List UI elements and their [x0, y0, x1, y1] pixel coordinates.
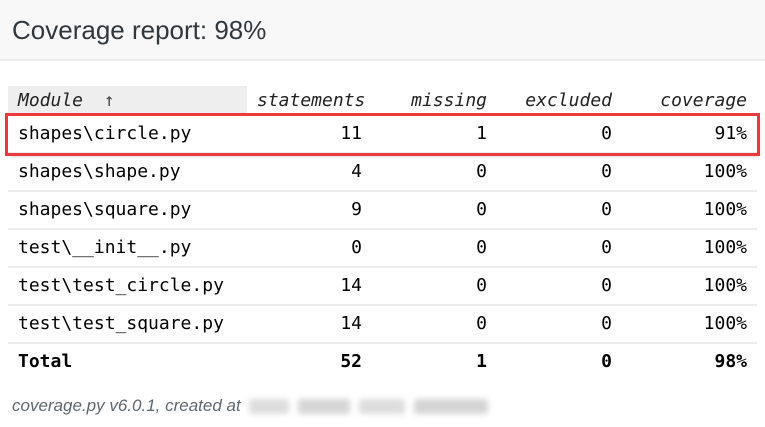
- coverage-cell: 100%: [622, 153, 757, 192]
- total-row: Total 52 1 0 98%: [8, 342, 757, 380]
- coverage-cell: 91%: [622, 116, 757, 154]
- excluded-cell: 0: [497, 116, 622, 154]
- column-header-module[interactable]: Module ↑: [8, 86, 247, 116]
- table-row: shapes\square.py 9 0 0 100%: [8, 191, 757, 230]
- missing-cell: 0: [372, 267, 497, 306]
- page-title: Coverage report: 98%: [12, 15, 267, 45]
- module-link[interactable]: test\test_circle.py: [8, 267, 247, 306]
- excluded-cell: 0: [497, 267, 622, 306]
- module-link[interactable]: shapes\shape.py: [8, 153, 247, 192]
- statements-cell: 11: [247, 116, 372, 154]
- table-row: test\test_square.py 14 0 0 100%: [8, 305, 757, 344]
- header-band: Coverage report: 98%: [0, 0, 765, 61]
- highlighted-row: shapes\circle.py 11 1 0 91%: [5, 113, 760, 156]
- module-link[interactable]: test\__init__.py: [8, 229, 247, 268]
- statements-cell: 9: [247, 191, 372, 230]
- table-row: test\__init__.py 0 0 0 100%: [8, 229, 757, 268]
- total-statements: 52: [247, 342, 372, 380]
- footer-text: coverage.py v6.0.1, created at: [12, 396, 241, 415]
- table-row: shapes\shape.py 4 0 0 100%: [8, 153, 757, 192]
- coverage-table: Module ↑ statements missing excluded cov…: [5, 86, 760, 380]
- missing-cell: 0: [372, 305, 497, 344]
- missing-cell: 0: [372, 153, 497, 192]
- module-link[interactable]: test\test_square.py: [8, 305, 247, 344]
- statements-cell: 0: [247, 229, 372, 268]
- coverage-cell: 100%: [622, 229, 757, 268]
- module-link[interactable]: shapes\circle.py: [8, 116, 247, 154]
- table-row: test\test_circle.py 14 0 0 100%: [8, 267, 757, 306]
- module-link[interactable]: shapes\square.py: [8, 191, 247, 230]
- statements-cell: 14: [247, 267, 372, 306]
- column-header-statements[interactable]: statements: [247, 86, 372, 116]
- total-label: Total: [8, 342, 247, 380]
- excluded-cell: 0: [497, 229, 622, 268]
- report-footer: coverage.py v6.0.1, created at: [12, 396, 753, 416]
- statements-cell: 4: [247, 153, 372, 192]
- total-missing: 1: [372, 342, 497, 380]
- column-header-module-label: Module: [18, 90, 84, 111]
- missing-cell: 0: [372, 191, 497, 230]
- excluded-cell: 0: [497, 153, 622, 192]
- coverage-cell: 100%: [622, 267, 757, 306]
- coverage-cell: 100%: [622, 191, 757, 230]
- missing-cell: 0: [372, 229, 497, 268]
- total-coverage: 98%: [622, 342, 757, 380]
- column-header-missing[interactable]: missing: [372, 86, 497, 116]
- excluded-cell: 0: [497, 305, 622, 344]
- table-body: shapes\circle.py 11 1 0 91% shapes\shape…: [5, 113, 760, 344]
- coverage-cell: 100%: [622, 305, 757, 344]
- statements-cell: 14: [247, 305, 372, 344]
- excluded-cell: 0: [497, 191, 622, 230]
- table-header-row: Module ↑ statements missing excluded cov…: [8, 86, 757, 116]
- column-header-excluded[interactable]: excluded: [497, 86, 622, 116]
- total-excluded: 0: [497, 342, 622, 380]
- missing-cell: 1: [372, 116, 497, 154]
- redacted-timestamp: [248, 398, 488, 414]
- sort-ascending-icon: ↑: [103, 90, 115, 111]
- column-header-coverage[interactable]: coverage: [622, 86, 757, 116]
- coverage-report-page: Coverage report: 98% Module ↑ statements…: [0, 0, 765, 427]
